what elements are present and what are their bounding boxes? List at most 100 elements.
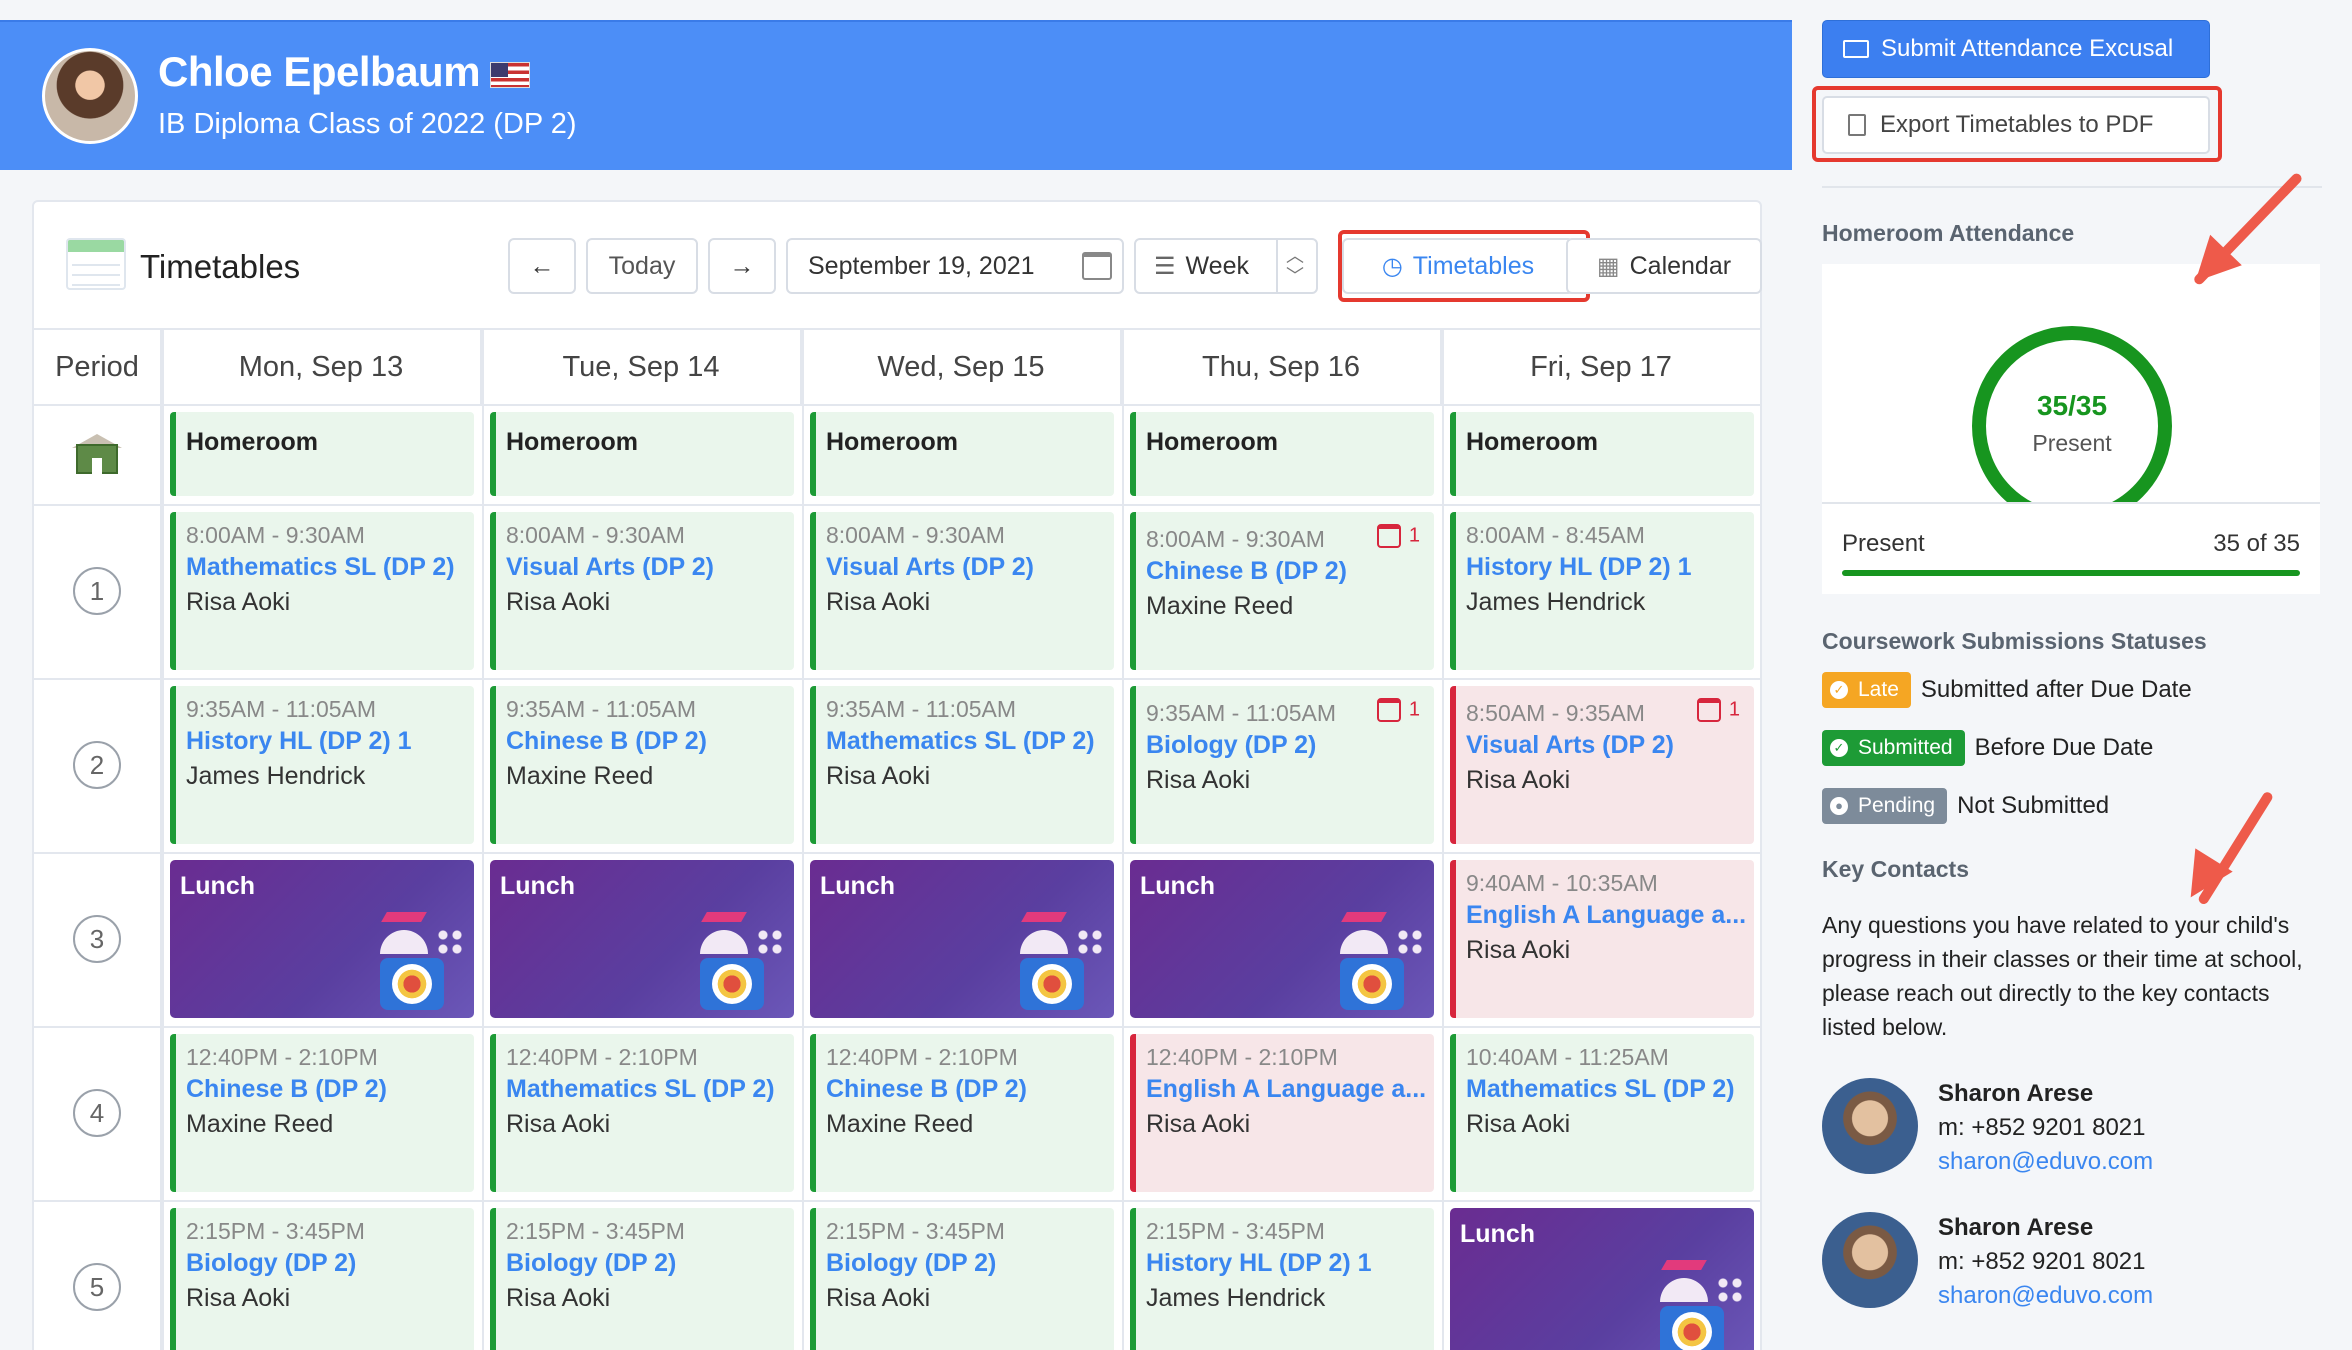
class-teacher: Risa Aoki	[826, 588, 931, 616]
today-button[interactable]: Today	[586, 238, 698, 294]
class-cell[interactable]: 8:00AM - 9:30AM Mathematics SL (DP 2) Risa…	[170, 512, 474, 670]
homeroom-cell[interactable]: Homeroom	[1450, 412, 1754, 496]
class-subject-link[interactable]: Biology (DP 2)	[506, 1249, 794, 1278]
lunch-cell: Lunch	[1450, 1208, 1754, 1350]
period-cell-homeroom	[34, 404, 162, 504]
class-subject-link[interactable]: History HL (DP 2) 1	[1466, 553, 1754, 582]
class-time: 2:15PM - 3:45PM	[1146, 1218, 1325, 1244]
class-cell[interactable]: 12:40PM - 2:10PM English A Language a... R…	[1130, 1034, 1434, 1192]
class-cell[interactable]: 12:40PM - 2:10PM Mathematics SL (DP 2) Ris…	[490, 1034, 794, 1192]
assignment-badge[interactable]: 1	[1376, 698, 1420, 722]
class-teacher: Risa Aoki	[1146, 766, 1251, 794]
contact-email-link[interactable]: sharon@eduvo.com	[1938, 1282, 2153, 1310]
homeroom-cell[interactable]: Homeroom	[1130, 412, 1434, 496]
class-cell[interactable]: 8:00AM - 9:30AM Visual Arts (DP 2) Risa Ao…	[810, 512, 1114, 670]
class-cell[interactable]: 8:00AM - 8:45AM History HL (DP 2) 1 James …	[1450, 512, 1754, 670]
class-cell[interactable]: 2:15PM - 3:45PM Biology (DP 2) Risa Aoki	[170, 1208, 474, 1350]
assignment-count: 1	[1408, 524, 1420, 547]
calendar-view-button[interactable]: ▦ Calendar	[1566, 238, 1762, 294]
class-subject-link[interactable]: Mathematics SL (DP 2)	[186, 553, 474, 582]
cloche-icon	[1660, 1278, 1708, 1302]
class-subject-link[interactable]: Chinese B (DP 2)	[506, 727, 794, 756]
previous-week-button[interactable]: ←	[508, 238, 576, 294]
pending-badge: ● Pending	[1822, 788, 1948, 824]
next-week-button[interactable]: →	[708, 238, 776, 294]
contact-phone: m: +852 9201 8021	[1938, 1248, 2146, 1275]
contact-name: Sharon Arese	[1938, 1080, 2094, 1107]
homeroom-cell[interactable]: Homeroom	[810, 412, 1114, 496]
period-number: 5	[73, 1263, 121, 1311]
class-subject-link[interactable]: English A Language a...	[1146, 1075, 1434, 1104]
meal-plate-icon	[380, 958, 444, 1010]
calendar-picker-icon[interactable]	[1082, 252, 1112, 280]
class-subject-link[interactable]: History HL (DP 2) 1	[186, 727, 474, 756]
class-subject-link[interactable]: Chinese B (DP 2)	[826, 1075, 1114, 1104]
sidebar: Submit Attendance Excusal Export Timetab…	[1792, 0, 2352, 1350]
class-cell[interactable]: 2:15PM - 3:45PM Biology (DP 2) Risa Aoki	[490, 1208, 794, 1350]
class-time: 9:35AM - 11:05AM	[506, 696, 697, 722]
class-cell[interactable]: 2:15PM - 3:45PM Biology (DP 2) Risa Aoki	[810, 1208, 1114, 1350]
cloche-icon	[380, 930, 428, 954]
class-cell[interactable]: 10:40AM - 11:25AM Mathematics SL (DP 2) Ri…	[1450, 1034, 1754, 1192]
class-subject-link[interactable]: Mathematics SL (DP 2)	[1466, 1075, 1754, 1104]
lunch-label: Lunch	[1140, 872, 1215, 900]
class-subject-link[interactable]: History HL (DP 2) 1	[1146, 1249, 1434, 1278]
date-value: September 19, 2021	[808, 251, 1035, 280]
contact-avatar	[1822, 1078, 1918, 1174]
dots-icon	[1076, 928, 1104, 958]
lunch-label: Lunch	[1460, 1220, 1535, 1248]
class-subject-link[interactable]: Visual Arts (DP 2)	[1466, 731, 1754, 760]
dots-icon	[1396, 928, 1424, 958]
class-subject-link[interactable]: Chinese B (DP 2)	[186, 1075, 474, 1104]
class-subject-link[interactable]: Mathematics SL (DP 2)	[506, 1075, 794, 1104]
lunch-flag-icon	[1661, 1260, 1707, 1270]
class-subject-link[interactable]: Mathematics SL (DP 2)	[826, 727, 1114, 756]
contact-avatar	[1822, 1212, 1918, 1308]
submit-excusal-button[interactable]: Submit Attendance Excusal	[1822, 20, 2210, 78]
class-subject-link[interactable]: Visual Arts (DP 2)	[506, 553, 794, 582]
status-submitted-row: ✓ Submitted Before Due Date	[1822, 730, 2153, 766]
homeroom-cell[interactable]: Homeroom	[490, 412, 794, 496]
present-label: Present	[1842, 530, 1925, 557]
class-subject-link[interactable]: English A Language a...	[1466, 901, 1754, 930]
class-subject-link[interactable]: Biology (DP 2)	[186, 1249, 474, 1278]
class-teacher: Risa Aoki	[506, 1110, 611, 1138]
homeroom-label: Homeroom	[506, 428, 638, 456]
lunch-cell: Lunch	[810, 860, 1114, 1018]
contact-email-link[interactable]: sharon@eduvo.com	[1938, 1148, 2153, 1176]
clock-icon: ●	[1830, 797, 1848, 815]
row-divider	[34, 678, 1760, 680]
view-select[interactable]: ☰ Week ︿ ﹀	[1134, 238, 1318, 294]
assignment-badge[interactable]: 1	[1696, 698, 1740, 722]
meal-plate-icon	[1660, 1306, 1724, 1350]
class-cell[interactable]: 8:50AM - 9:35AM Visual Arts (DP 2) Risa Ao…	[1450, 686, 1754, 844]
class-time: 9:35AM - 11:05AM	[186, 696, 377, 722]
class-cell[interactable]: 12:40PM - 2:10PM Chinese B (DP 2) Maxine R…	[810, 1034, 1114, 1192]
class-cell[interactable]: 9:35AM - 11:05AM History HL (DP 2) 1 James…	[170, 686, 474, 844]
school-icon	[70, 432, 124, 476]
class-subject-link[interactable]: Chinese B (DP 2)	[1146, 557, 1434, 586]
meal-plate-icon	[1020, 958, 1084, 1010]
class-time: 8:00AM - 8:45AM	[1466, 522, 1645, 548]
class-cell[interactable]: 2:15PM - 3:45PM History HL (DP 2) 1 James …	[1130, 1208, 1434, 1350]
class-cell[interactable]: 9:35AM - 11:05AM Mathematics SL (DP 2) Ris…	[810, 686, 1114, 844]
assignment-count: 1	[1728, 698, 1740, 721]
class-time: 9:40AM - 10:35AM	[1466, 870, 1658, 896]
class-cell[interactable]: 8:00AM - 9:30AM Visual Arts (DP 2) Risa Ao…	[490, 512, 794, 670]
class-cell[interactable]: 12:40PM - 2:10PM Chinese B (DP 2) Maxine R…	[170, 1034, 474, 1192]
assignment-badge[interactable]: 1	[1376, 524, 1420, 548]
class-cell[interactable]: 9:40AM - 10:35AM English A Language a... R…	[1450, 860, 1754, 1018]
class-subject-link[interactable]: Visual Arts (DP 2)	[826, 553, 1114, 582]
date-field[interactable]: September 19, 2021	[786, 238, 1124, 294]
period-number: 2	[73, 741, 121, 789]
class-cell[interactable]: 9:35AM - 11:05AM Chinese B (DP 2) Maxine R…	[490, 686, 794, 844]
class-subject-link[interactable]: Biology (DP 2)	[826, 1249, 1114, 1278]
class-cell[interactable]: 8:00AM - 9:30AM Chinese B (DP 2) Maxine Re…	[1130, 512, 1434, 670]
class-subject-link[interactable]: Biology (DP 2)	[1146, 731, 1434, 760]
homeroom-cell[interactable]: Homeroom	[170, 412, 474, 496]
class-time: 8:00AM - 9:30AM	[506, 522, 685, 548]
class-cell[interactable]: 9:35AM - 11:05AM Biology (DP 2) Risa Aoki 1	[1130, 686, 1434, 844]
lunch-label: Lunch	[180, 872, 255, 900]
class-teacher: Risa Aoki	[1466, 936, 1571, 964]
class-time: 10:40AM - 11:25AM	[1466, 1044, 1669, 1070]
